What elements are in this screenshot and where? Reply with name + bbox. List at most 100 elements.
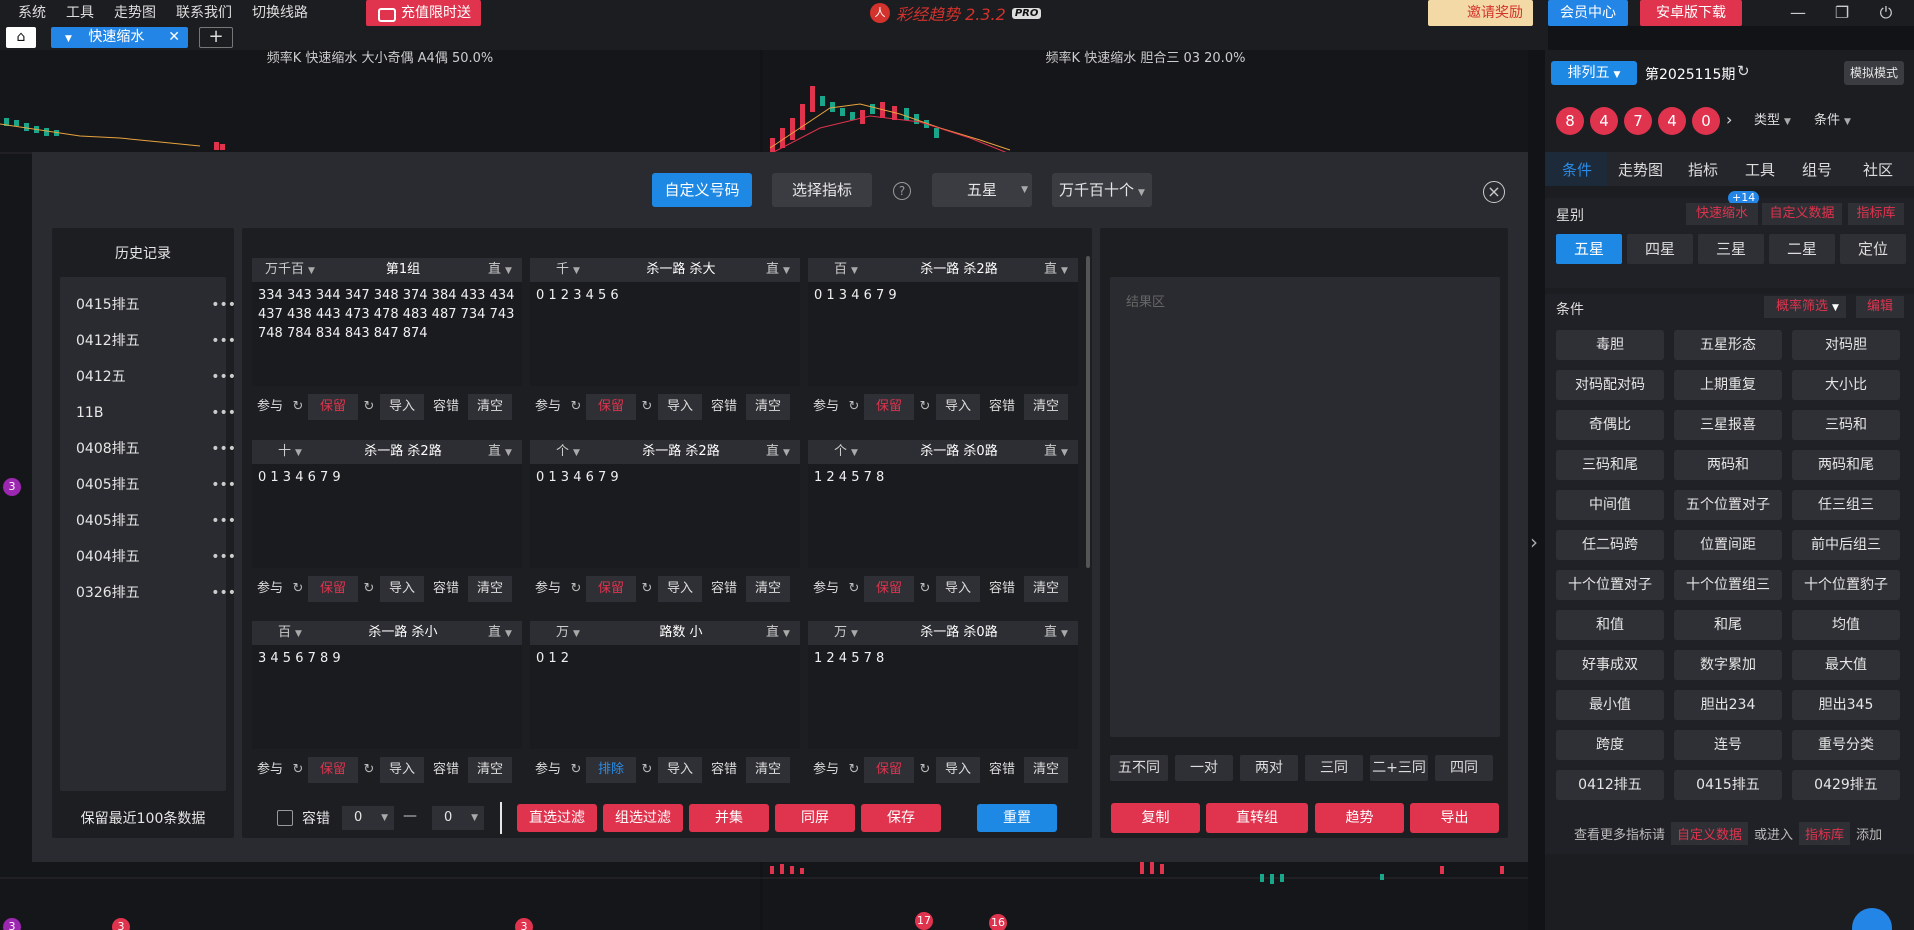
tolerance-button[interactable]: 容错 [980, 757, 1024, 783]
groups-scrollbar[interactable] [1086, 256, 1090, 568]
close-tab-icon[interactable]: ✕ [168, 27, 180, 48]
union-button[interactable]: 并集 [689, 804, 769, 832]
stat-tab-five-diff[interactable]: 五不同 [1110, 755, 1168, 781]
reset-button[interactable]: 重置 [977, 804, 1057, 832]
more-icon[interactable]: ••• [211, 293, 236, 317]
mode-select[interactable]: 直 ▼ [756, 440, 800, 465]
condition-button[interactable]: 三码和尾 [1556, 450, 1664, 480]
condition-button[interactable]: 三星报喜 [1674, 410, 1782, 440]
condition-button[interactable]: 胆出345 [1792, 690, 1900, 720]
keep-toggle[interactable]: 保留 [864, 757, 914, 783]
position-select[interactable]: 个 ▼ [530, 440, 606, 465]
add-tab-button[interactable]: + [199, 27, 233, 48]
indicator-lib-link[interactable]: 指标库 [1848, 203, 1904, 225]
mode-select-indicator-button[interactable]: 选择指标 [772, 173, 872, 207]
mode-select[interactable]: 直 ▼ [756, 258, 800, 283]
refresh-icon[interactable]: ↻ [288, 757, 308, 783]
position-select[interactable]: 个 ▼ [808, 440, 884, 465]
invite-reward-button[interactable]: 邀请奖励 [1428, 0, 1533, 26]
clear-button[interactable]: 清空 [468, 576, 512, 602]
condition-button[interactable]: 三码和 [1792, 410, 1900, 440]
copy-button[interactable]: 复制 [1111, 803, 1200, 833]
condition-button[interactable]: 好事成双 [1556, 650, 1664, 680]
keep-toggle[interactable]: 保留 [864, 576, 914, 602]
condition-button[interactable]: 大小比 [1792, 370, 1900, 400]
group-numbers[interactable]: 1 2 4 5 7 8 [808, 645, 1078, 749]
ref-button[interactable]: 参与 [252, 576, 288, 602]
menu-contact[interactable]: 联系我们 [166, 0, 242, 26]
group-numbers[interactable]: 0 1 3 4 6 7 9 [808, 282, 1078, 386]
stat-tab-triple[interactable]: 三同 [1305, 755, 1363, 781]
power-icon[interactable]: ⏻ [1866, 0, 1906, 26]
nav-tab-group-number[interactable]: 组号 [1802, 157, 1832, 183]
keep-toggle[interactable]: 保留 [308, 757, 358, 783]
stat-tab-quad[interactable]: 四同 [1435, 755, 1493, 781]
condition-button[interactable]: 任三组三 [1792, 490, 1900, 520]
condition-button[interactable]: 十个位置组三 [1674, 570, 1782, 600]
condition-button[interactable]: 跨度 [1556, 730, 1664, 760]
recharge-promo-button[interactable]: 充值限时送 [366, 0, 481, 26]
import-button[interactable]: 导入 [658, 757, 702, 783]
refresh-icon[interactable]: ↻ [566, 394, 586, 420]
restore-icon[interactable]: ❐ [1822, 0, 1862, 26]
prob-filter-select[interactable]: 概率筛选 ▼ [1764, 296, 1846, 318]
clear-button[interactable]: 清空 [746, 394, 790, 420]
menu-tools[interactable]: 工具 [56, 0, 104, 26]
position-select[interactable]: 百 ▼ [808, 258, 884, 283]
import-button[interactable]: 导入 [658, 576, 702, 602]
refresh-icon[interactable]: ↻ [566, 576, 586, 602]
import-button[interactable]: 导入 [936, 394, 980, 420]
tolerance-button[interactable]: 容错 [702, 576, 746, 602]
clear-button[interactable]: 清空 [746, 757, 790, 783]
history-item[interactable]: 0412排五 ••• [76, 329, 236, 353]
condition-button[interactable]: 均值 [1792, 610, 1900, 640]
keep-toggle[interactable]: 保留 [308, 394, 358, 420]
star-select[interactable]: 五星 ▼ [932, 173, 1032, 207]
group-numbers[interactable]: 3 4 5 6 7 8 9 [252, 645, 522, 749]
condition-button[interactable]: 胆出234 [1674, 690, 1782, 720]
refresh-icon[interactable]: ↻ [636, 394, 658, 420]
refresh-icon[interactable]: ↻ [358, 394, 380, 420]
mode-select[interactable]: 直 ▼ [478, 621, 522, 646]
keep-toggle[interactable]: 保留 [864, 394, 914, 420]
condition-button[interactable]: 五个位置对子 [1674, 490, 1782, 520]
expand-arrow-icon[interactable]: › [1530, 530, 1538, 554]
import-button[interactable]: 导入 [380, 394, 424, 420]
history-item[interactable]: 0405排五 ••• [76, 509, 236, 533]
refresh-icon[interactable]: ↻ [844, 394, 864, 420]
position-select[interactable]: 万千百 ▼ [252, 258, 328, 283]
ref-button[interactable]: 参与 [530, 757, 566, 783]
close-modal-icon[interactable]: × [1483, 181, 1505, 203]
condition-button[interactable]: 和值 [1556, 610, 1664, 640]
clear-button[interactable]: 清空 [1024, 757, 1068, 783]
tolerance-button[interactable]: 容错 [980, 576, 1024, 602]
menu-system[interactable]: 系统 [8, 0, 56, 26]
history-item[interactable]: 0412五 ••• [76, 365, 236, 389]
condition-button[interactable]: 两码和尾 [1792, 450, 1900, 480]
history-item[interactable]: 0415排五 ••• [76, 293, 236, 317]
condition-button[interactable]: 重号分类 [1792, 730, 1900, 760]
keep-toggle[interactable]: 保留 [308, 576, 358, 602]
stat-tab-two-pair[interactable]: 两对 [1240, 755, 1298, 781]
history-item[interactable]: 0404排五 ••• [76, 545, 236, 569]
condition-button[interactable]: 0415排五 [1674, 770, 1782, 800]
android-download-button[interactable]: 安卓版下载 [1640, 0, 1742, 26]
refresh-icon[interactable]: ↻ [566, 757, 586, 783]
import-button[interactable]: 导入 [380, 757, 424, 783]
group-numbers[interactable]: 334 343 344 347 348 374 384 433 434 437 … [252, 282, 522, 386]
mode-custom-number-button[interactable]: 自定义号码 [652, 173, 752, 207]
same-screen-button[interactable]: 同屏 [775, 804, 855, 832]
mode-select[interactable]: 直 ▼ [1034, 621, 1078, 646]
direct-filter-button[interactable]: 直选过滤 [517, 804, 597, 832]
more-icon[interactable]: ••• [211, 509, 236, 533]
position-select[interactable]: 万 ▼ [808, 621, 884, 646]
star-tab-three[interactable]: 三星 [1698, 234, 1764, 264]
refresh-icon[interactable]: ↻ [1737, 62, 1750, 80]
more-icon[interactable]: ••• [211, 473, 236, 497]
position-select[interactable]: 万千百十个 ▼ [1052, 173, 1152, 207]
help-icon[interactable]: ? [893, 182, 911, 200]
menu-switch-line[interactable]: 切换线路 [242, 0, 318, 26]
import-button[interactable]: 导入 [380, 576, 424, 602]
tolerance-from-select[interactable]: 0 ▼ [342, 806, 394, 830]
refresh-icon[interactable]: ↻ [358, 576, 380, 602]
